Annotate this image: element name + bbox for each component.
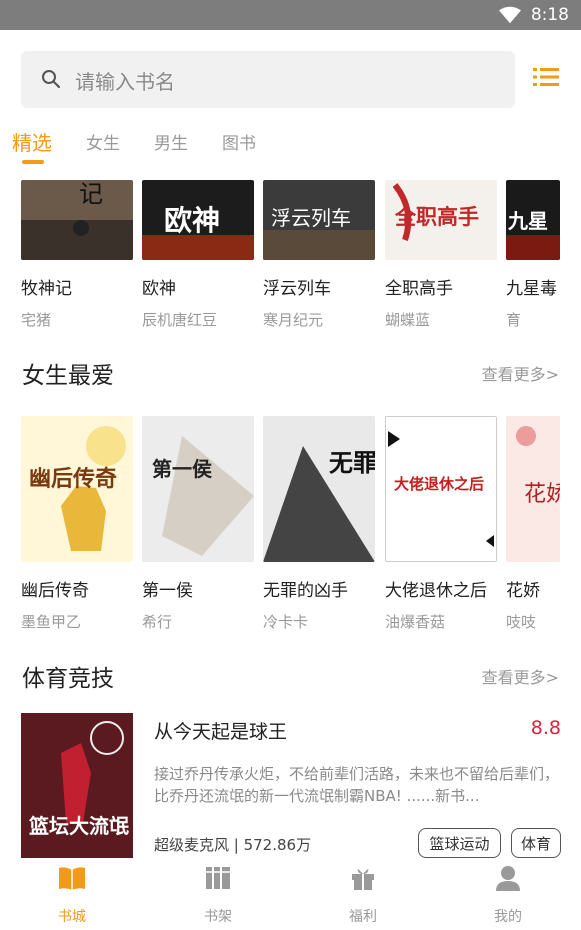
book-cover: 无罪	[263, 416, 375, 562]
section-title-female: 女生最爱	[22, 363, 114, 389]
book-card[interactable]: 花娇 花娇 吱吱	[506, 416, 560, 632]
book-title: 欧神	[142, 279, 176, 299]
book-card[interactable]: 全职高手 全职高手 蝴蝶蓝	[385, 180, 497, 330]
book-card[interactable]: 幽后传奇 幽后传奇 墨鱼甲乙	[21, 416, 133, 632]
book-card[interactable]: 浮云列车 浮云列车 寒月纪元	[263, 180, 375, 330]
svg-text:全职高手: 全职高手	[394, 204, 479, 229]
tag-basketball[interactable]: 篮球运动	[418, 828, 501, 858]
tab-male[interactable]: 男生	[154, 129, 188, 154]
book-author: 墨鱼甲乙	[21, 613, 82, 631]
book-title: 花娇	[506, 581, 540, 601]
book-cover: 第一侯	[142, 416, 254, 562]
book-card[interactable]: 大佬退休之后 大佬退休之后 油爆香菇	[385, 416, 497, 632]
book-title: 浮云列车	[263, 279, 331, 299]
tab-books[interactable]: 图书	[222, 129, 256, 154]
book-author: 吱吱	[506, 613, 537, 631]
featured-description: 接过乔丹传承火炬，不给前辈们活路，未来也不留给后辈们，比乔丹还流氓的新一代流氓制…	[154, 765, 560, 805]
search-input[interactable]: 请输入书名	[21, 51, 515, 108]
book-title: 幽后传奇	[21, 581, 89, 601]
search-icon	[42, 70, 61, 89]
user-icon	[496, 866, 520, 891]
book-cover: 大佬退休之后	[385, 416, 497, 562]
wifi-icon	[499, 6, 521, 24]
nav-label: 书城	[58, 909, 86, 925]
list-menu-icon[interactable]	[533, 66, 559, 88]
tab-indicator	[22, 160, 44, 164]
svg-text:幽后传奇: 幽后传奇	[29, 466, 117, 492]
nav-welfare[interactable]: 福利	[318, 858, 408, 926]
featured-score: 8.8	[530, 717, 561, 739]
tag-sports[interactable]: 体育	[511, 828, 561, 858]
book-author: 辰机唐红豆	[142, 311, 218, 329]
featured-title: 从今天起是球王	[154, 721, 288, 743]
book-cover: 浮云列车	[263, 180, 375, 260]
book-title: 无罪的凶手	[263, 581, 348, 601]
book-author: 油爆香菇	[385, 613, 446, 631]
nav-profile[interactable]: 我的	[463, 858, 553, 926]
status-bar: 8:18	[0, 0, 581, 30]
bottom-nav: 书城 书架 福利 我的	[0, 858, 581, 930]
book-cover: 篮坛大流氓	[21, 713, 133, 859]
book-cover: 九星	[506, 180, 560, 260]
see-more-female[interactable]: 查看更多>	[482, 361, 559, 385]
svg-text:欧神: 欧神	[164, 204, 220, 237]
top-book-row: 记 牧神记 宅猪 欧神 欧神 辰机唐红豆 浮云列车 浮云列车 寒月纪元 全职高手…	[0, 180, 581, 330]
book-title: 第一侯	[142, 581, 193, 601]
svg-text:记: 记	[79, 180, 103, 208]
nav-label: 福利	[349, 909, 377, 925]
book-title: 九星毒	[506, 279, 557, 299]
svg-text:九星: 九星	[507, 209, 548, 233]
nav-label: 我的	[494, 909, 522, 925]
book-icon	[59, 867, 85, 890]
book-author: 蝴蝶蓝	[385, 311, 431, 329]
nav-label: 书架	[204, 909, 232, 925]
see-more-sports[interactable]: 查看更多>	[482, 664, 559, 688]
nav-bookshelf[interactable]: 书架	[173, 858, 263, 926]
svg-text:浮云列车: 浮云列车	[271, 206, 351, 230]
book-title: 大佬退休之后	[385, 581, 487, 601]
search-placeholder: 请输入书名	[75, 70, 175, 94]
svg-text:篮坛大流氓: 篮坛大流氓	[28, 814, 129, 838]
tab-selected[interactable]: 精选	[12, 127, 52, 156]
female-book-row: 幽后传奇 幽后传奇 墨鱼甲乙 第一侯 第一侯 希行 无罪 无罪的凶手 冷卡卡 大…	[0, 416, 581, 636]
bookshelf-icon	[206, 867, 230, 889]
book-cover: 幽后传奇	[21, 416, 133, 562]
svg-text:花娇: 花娇	[524, 482, 560, 507]
book-author: 寒月纪元	[263, 311, 324, 329]
book-card[interactable]: 无罪 无罪的凶手 冷卡卡	[263, 416, 375, 632]
svg-text:大佬退休之后: 大佬退休之后	[394, 475, 484, 493]
section-title-sports: 体育竞技	[22, 666, 114, 692]
book-cover: 全职高手	[385, 180, 497, 260]
svg-text:第一侯: 第一侯	[152, 457, 213, 481]
nav-bookstore[interactable]: 书城	[27, 858, 117, 926]
gift-icon	[352, 869, 374, 890]
svg-text:无罪: 无罪	[329, 448, 375, 477]
featured-book[interactable]: 篮坛大流氓 从今天起是球王 8.8 接过乔丹传承火炬，不给前辈们活路，未来也不留…	[21, 713, 561, 859]
book-author: 育	[506, 311, 522, 329]
featured-meta: 超级麦克风 | 572.86万	[154, 836, 312, 854]
status-time: 8:18	[530, 5, 569, 25]
book-author: 冷卡卡	[263, 613, 309, 631]
book-cover: 花娇	[506, 416, 560, 562]
book-title: 牧神记	[21, 279, 72, 299]
category-tabs: 精选 女生 男生 图书	[0, 124, 581, 174]
book-cover: 欧神	[142, 180, 254, 260]
book-author: 希行	[142, 613, 173, 631]
book-title: 全职高手	[385, 279, 453, 299]
tab-female[interactable]: 女生	[86, 129, 120, 154]
book-card[interactable]: 第一侯 第一侯 希行	[142, 416, 254, 632]
book-card[interactable]: 九星 九星毒 育	[506, 180, 560, 330]
book-card[interactable]: 记 牧神记 宅猪	[21, 180, 133, 330]
book-card[interactable]: 欧神 欧神 辰机唐红豆	[142, 180, 254, 330]
book-author: 宅猪	[21, 311, 52, 329]
book-cover: 记	[21, 180, 133, 260]
